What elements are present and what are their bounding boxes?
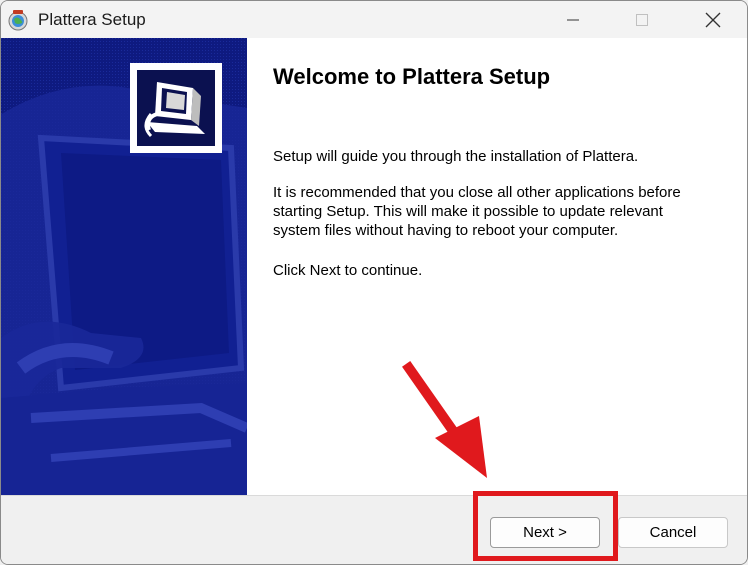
intro-text: Setup will guide you through the install… [273,148,639,165]
close-icon [705,12,721,27]
computer-install-icon [144,82,205,138]
cancel-button[interactable]: Cancel [618,517,728,548]
recommendation-text: It is recommended that you close all oth… [273,183,681,240]
maximize-icon [636,13,648,26]
wizard-content: Welcome to Plattera Setup Setup will gui… [1,38,747,495]
setup-window: Plattera Setup Welcome to Plattera Setup… [0,0,748,565]
title-bar[interactable]: Plattera Setup [1,1,747,38]
installer-globe-icon [8,10,28,31]
recommendation-line: system files without having to reboot yo… [273,222,619,239]
continue-instruction: Click Next to continue. [273,262,423,279]
window-title: Plattera Setup [38,10,146,29]
recommendation-line: starting Setup. This will make it possib… [273,203,663,220]
minimize-button[interactable] [550,1,596,38]
recommendation-line: It is recommended that you close all oth… [273,184,681,201]
close-button[interactable] [690,1,736,38]
logo-frame [130,63,222,153]
minimize-icon [567,19,579,20]
button-bar: Next > Cancel [1,495,747,564]
page-title: Welcome to Plattera Setup [273,64,551,89]
logo-background [137,70,215,146]
maximize-button[interactable] [619,1,665,38]
next-button[interactable]: Next > [490,517,600,548]
side-banner [1,38,247,495]
